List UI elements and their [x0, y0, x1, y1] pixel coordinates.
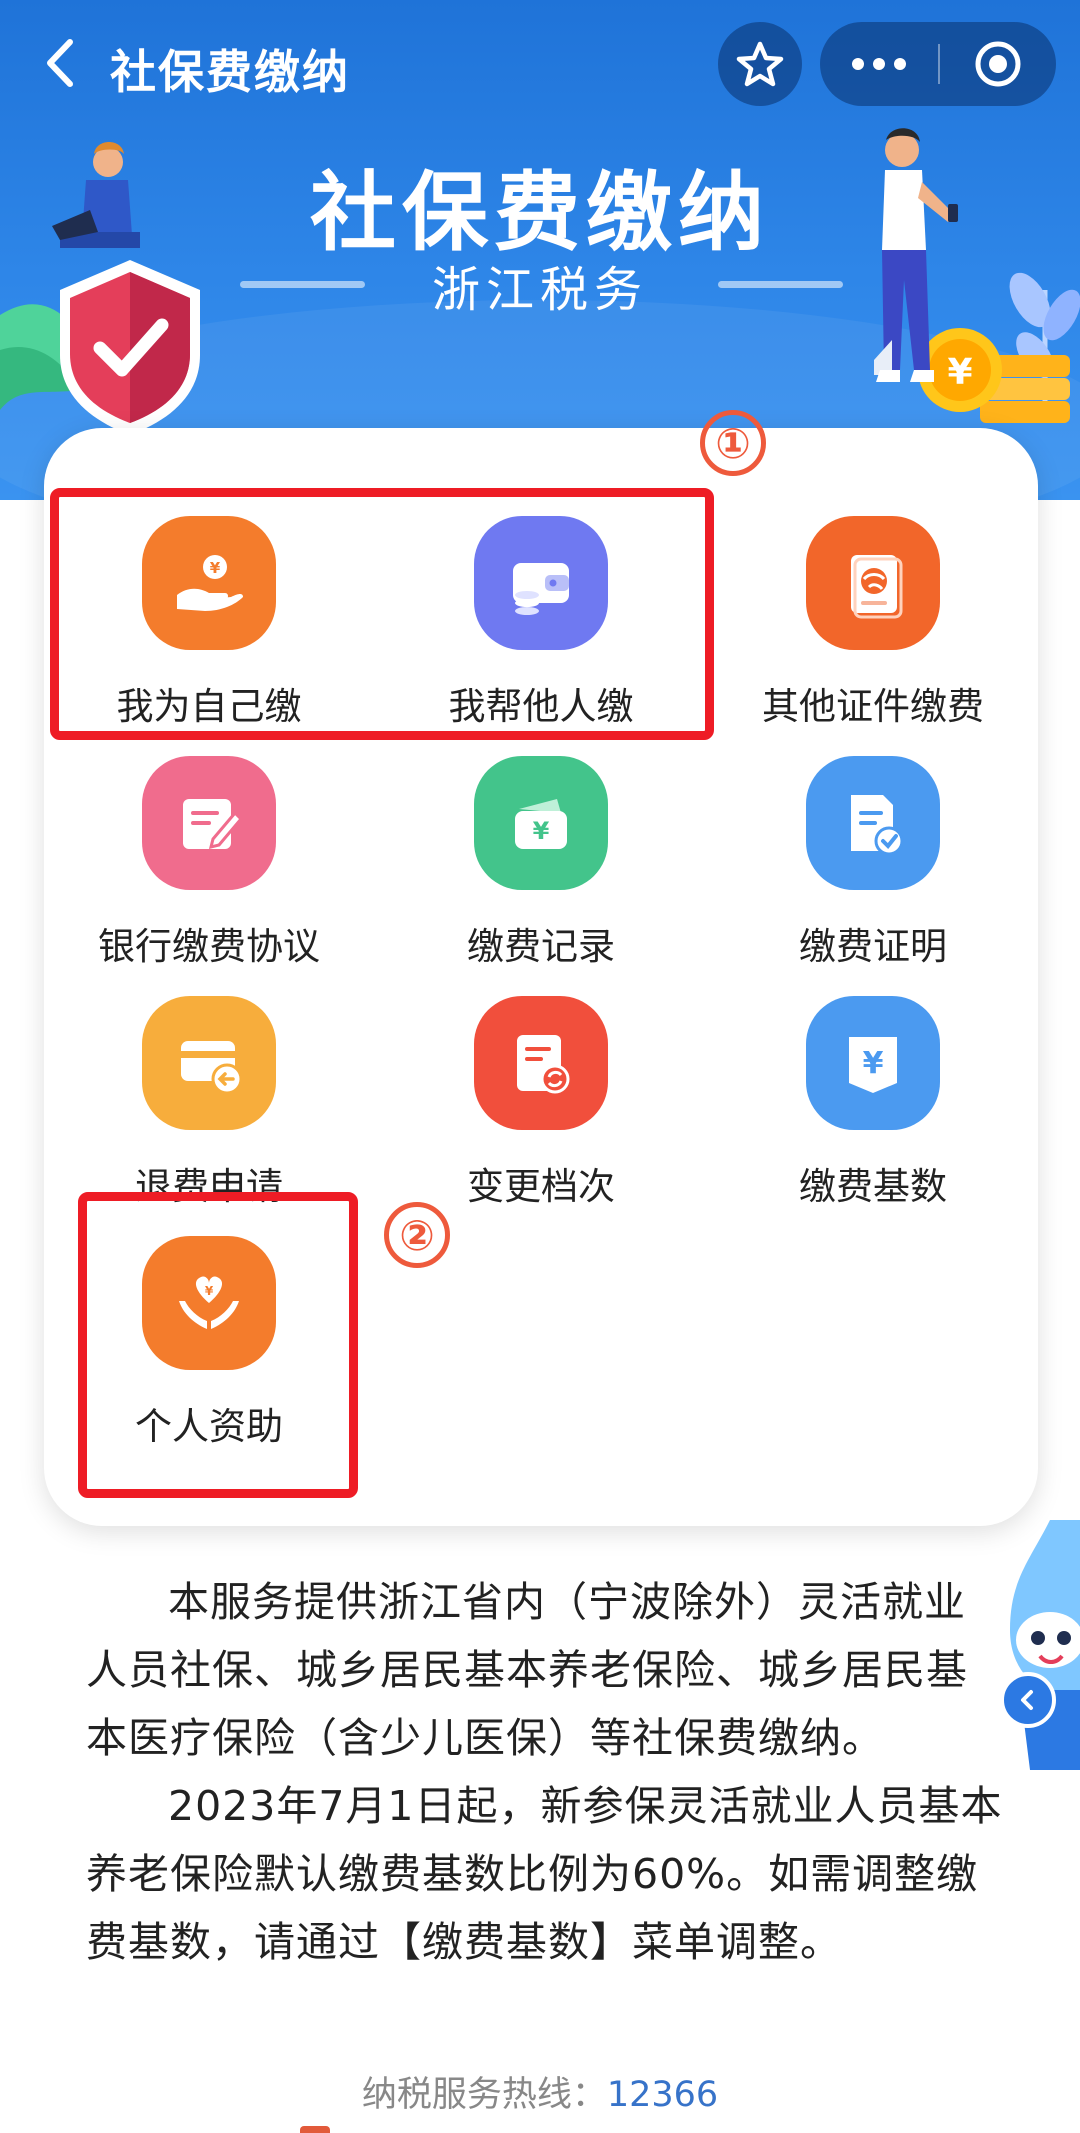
service-description: 本服务提供浙江省内（宁波除外）灵活就业人员社保、城乡居民基本养老保险、城乡居民基… [86, 1568, 1006, 1976]
grid-item-bank-agreement[interactable]: 银行缴费协议 [44, 756, 374, 986]
hero-title: 社保费缴纳 [310, 163, 770, 263]
grid-item-change-level[interactable]: 变更档次 [376, 996, 706, 1226]
star-icon [736, 41, 784, 87]
svg-text:¥: ¥ [533, 817, 550, 845]
wallet-yuan-icon: ¥ [474, 756, 608, 890]
bottom-decoration [300, 2126, 330, 2133]
grid-label: 其他证件缴费 [762, 685, 984, 728]
chevron-left-icon [47, 39, 73, 87]
nav-title: 社保费缴纳 [110, 45, 350, 99]
grid-item-payment-base[interactable]: ¥ 缴费基数 [708, 996, 1038, 1226]
close-button[interactable] [940, 22, 1056, 106]
passport-icon [806, 516, 940, 650]
navbar: 社保费缴纳 [0, 0, 1080, 130]
grid-label: 缴费基数 [799, 1165, 947, 1208]
description-paragraph-2: 2023年7月1日起，新参保灵活就业人员基本养老保险默认缴费基数比例为60%。如… [86, 1782, 1003, 1966]
target-circle-icon [975, 41, 1021, 87]
collapse-float-button[interactable] [1000, 1672, 1056, 1728]
description-paragraph-1: 本服务提供浙江省内（宁波除外）灵活就业人员社保、城乡居民基本养老保险、城乡居民基… [86, 1578, 968, 1762]
hotline-label: 纳税服务热线： [361, 2075, 607, 2115]
more-dots-icon [852, 58, 864, 70]
grid-item-payment-proof[interactable]: 缴费证明 [708, 756, 1038, 986]
grid-label: 变更档次 [467, 1165, 615, 1208]
back-button[interactable] [30, 28, 90, 98]
grid-label: 缴费记录 [467, 925, 615, 968]
favorite-button[interactable] [718, 22, 802, 106]
document-edit-icon [142, 756, 276, 890]
svg-text:¥: ¥ [947, 352, 972, 393]
hotline: 纳税服务热线：12366 [0, 2066, 1080, 2117]
annotation-marker-2: ② [384, 1202, 450, 1268]
yuan-badge-icon: ¥ [806, 996, 940, 1130]
chevron-left-icon [1021, 1690, 1033, 1710]
grid-label: 银行缴费协议 [98, 925, 320, 968]
card-refund-icon [142, 996, 276, 1130]
document-check-icon [806, 756, 940, 890]
more-dot [894, 58, 906, 70]
mascot-illustration-icon [1010, 1520, 1080, 1770]
annotation-marker-1: ① [700, 410, 766, 476]
hotline-number-link[interactable]: 12366 [607, 2075, 718, 2115]
mini-program-capsule [820, 22, 1056, 106]
more-button[interactable] [820, 22, 938, 106]
hero-subtitle: 浙江税务 [431, 262, 648, 318]
header-banner: ¥ 社保费缴纳 社保费缴纳 浙江税务 [0, 0, 1080, 500]
highlight-box-2 [78, 1192, 358, 1498]
highlight-box-1 [50, 488, 714, 740]
services-card: ¥ 我为自己缴 我帮他人缴 其他证件缴费 银行缴费协议 ¥ 缴费记录 缴费证明 … [44, 410, 1038, 1526]
grid-item-other-id-pay[interactable]: 其他证件缴费 [708, 516, 1038, 746]
document-refresh-icon [474, 996, 608, 1130]
hero-divider-right [718, 281, 843, 288]
grid-label: 缴费证明 [799, 925, 947, 968]
more-dot [873, 58, 885, 70]
grid-item-payment-records[interactable]: ¥ 缴费记录 [376, 756, 706, 986]
svg-text:¥: ¥ [863, 1046, 884, 1081]
